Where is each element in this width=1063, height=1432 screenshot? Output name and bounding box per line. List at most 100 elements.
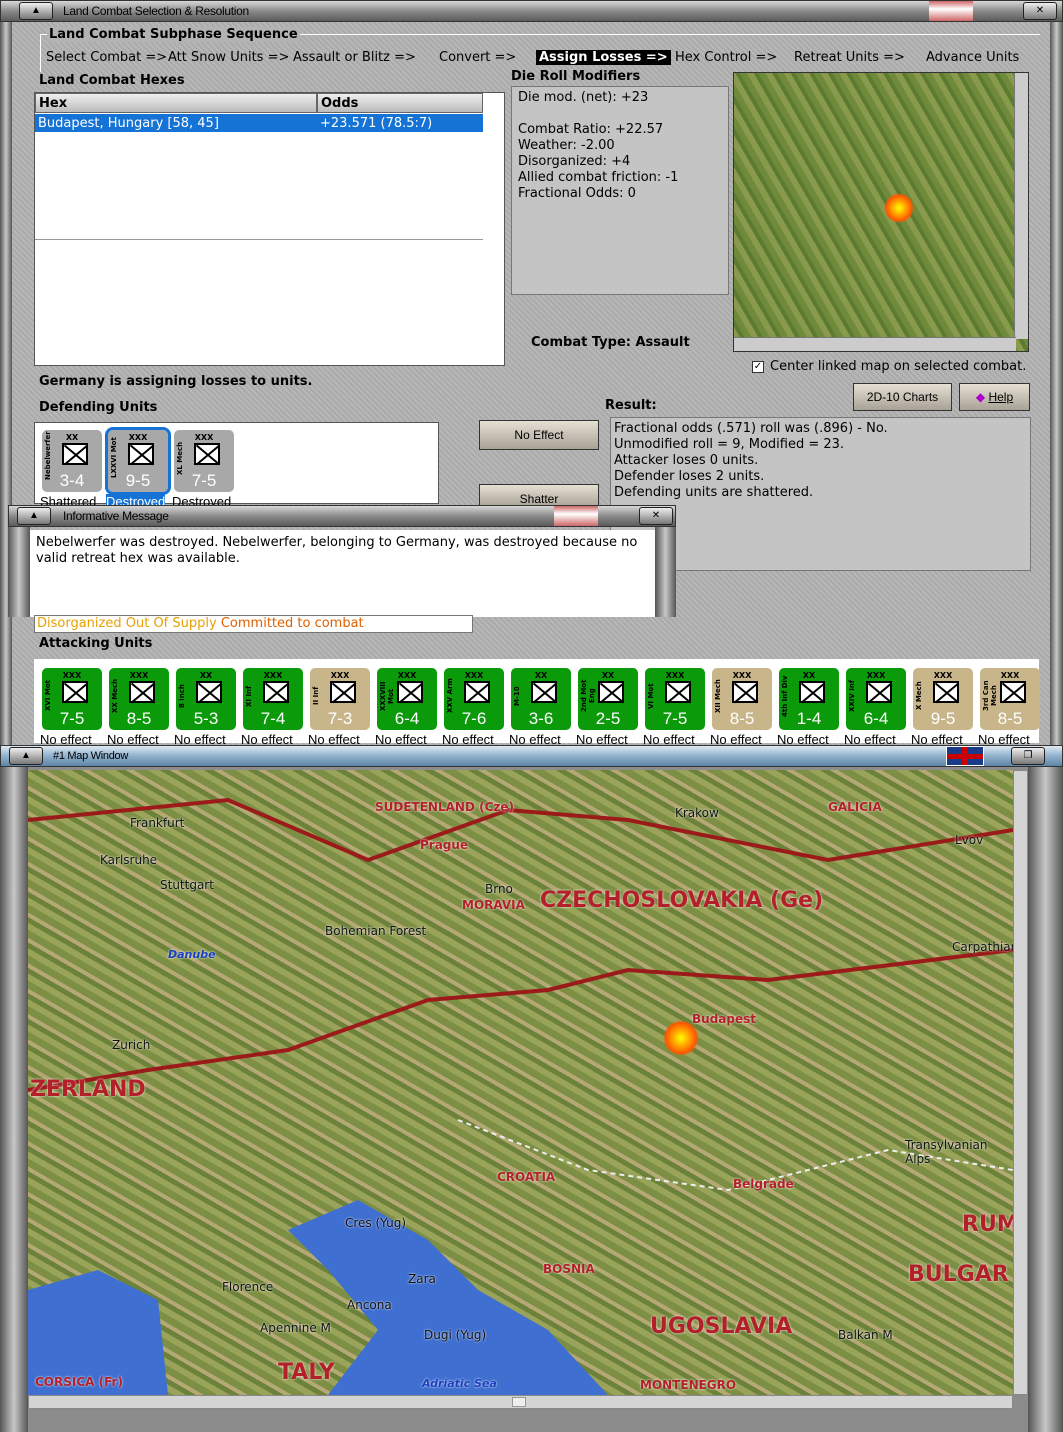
unit-strength: 5-3 [193, 709, 219, 728]
map-vscroll[interactable] [1013, 770, 1028, 1395]
col-hex[interactable]: Hex [35, 93, 317, 113]
modifiers-title: Die Roll Modifiers [511, 69, 641, 84]
unit-strength: 1-4 [796, 709, 822, 728]
mini-map-vscroll[interactable] [1014, 73, 1028, 339]
unit-counter[interactable]: XX M-10 3-6 [511, 668, 571, 730]
map-frame-right [1028, 767, 1063, 1432]
map-label: Krakow [675, 806, 719, 820]
unit-strength: 6-4 [863, 709, 889, 728]
unit-counter[interactable]: XXX 3rd Can Mech 8-5 [980, 668, 1040, 730]
map-label: Ancona [347, 1298, 392, 1312]
map-label: Balkan M [838, 1328, 893, 1342]
unit-strength: 9-5 [125, 471, 151, 490]
table-row[interactable]: Budapest, Hungary [58, 45] +23.571 (78.5… [35, 114, 483, 132]
unit-counter[interactable]: XXX XVI Mot 7-5 [42, 668, 102, 730]
unit-counter[interactable]: XXX X Mech 9-5 [913, 668, 973, 730]
unit-counter[interactable]: XX Nebelwerfer 3-4 [42, 430, 102, 492]
unit-counter[interactable]: XXX XXV Arm 7-6 [444, 668, 504, 730]
unit-type-icon [129, 681, 155, 703]
close-button[interactable]: ✕ [639, 507, 673, 525]
combat-window-titlebar[interactable]: ▲ Land Combat Selection & Resolution ✕ [0, 0, 1063, 22]
odds-cell: +23.571 (78.5:7) [320, 116, 433, 131]
map-label: Apennine M [260, 1321, 331, 1335]
map-label: CROATIA [497, 1170, 556, 1184]
step-hex-control: Hex Control => [675, 50, 778, 65]
unit-counter[interactable]: XXX XXXVIII Mot 6-4 [377, 668, 437, 730]
map-label: Dugi (Yug) [424, 1328, 487, 1342]
center-linked-checkbox[interactable]: ✓ [752, 361, 764, 373]
combat-explosion-icon [663, 1020, 699, 1056]
legend-committed: Committed to combat [220, 616, 364, 631]
unit-counter[interactable]: XX 8 inch 5-3 [176, 668, 236, 730]
unit-counter[interactable]: XXX XX Mech 8-5 [109, 668, 169, 730]
unit-counter[interactable]: XX 2nd Mot Eng 2-5 [578, 668, 638, 730]
main-map[interactable]: SUDETENLAND (Cze) Frankfurt Karlsruhe Stutt… [28, 770, 1013, 1395]
unit-strength: 3-6 [528, 709, 554, 728]
unit-type-icon [732, 681, 758, 703]
defending-title: Defending Units [39, 400, 158, 415]
unit-type-icon [1000, 681, 1026, 703]
unit-type-icon [799, 681, 825, 703]
unit-counter[interactable]: XX 4th Inf Div 1-4 [779, 668, 839, 730]
unit-type-icon [665, 681, 691, 703]
map-label: Belgrade [733, 1177, 794, 1191]
unit-counter[interactable]: XXX XII Mech 8-5 [712, 668, 772, 730]
map-label: CZECHOSLOVAKIA (Ge) [540, 888, 824, 913]
step-retreat: Retreat Units => [794, 50, 905, 65]
result-title: Result: [605, 398, 657, 413]
map-label: Bohemian Forest [325, 924, 427, 938]
unit-counter[interactable]: XXX XXIV Inf 6-4 [846, 668, 906, 730]
window-frame-left [0, 22, 12, 745]
unit-counter[interactable]: XXX II Inf 7-3 [310, 668, 370, 730]
legend-oos: Out Of Supply [125, 616, 217, 631]
unit-counter[interactable]: XXX VI Mot 7-5 [645, 668, 705, 730]
map-label: TALY [278, 1360, 335, 1385]
map-label: CORSICA (Fr) [35, 1375, 123, 1389]
window-title: Land Combat Selection & Resolution [63, 4, 249, 18]
unit-strength: 3-4 [59, 471, 85, 490]
map-label: Zara [408, 1272, 436, 1286]
unit-counter[interactable]: XXX XI Inf 7-4 [243, 668, 303, 730]
help-button[interactable]: ◆ Help [959, 383, 1030, 411]
mod-line: Weather: -2.00 [518, 138, 615, 153]
map-label: Brno [485, 882, 513, 896]
unit-counter[interactable]: XXX LXXVI Mot 9-5 [105, 427, 171, 495]
message-titlebar[interactable]: ▲ Informative Message ✕ [8, 505, 676, 527]
collapse-button[interactable]: ▲ [19, 2, 53, 20]
unit-type-icon [128, 443, 154, 465]
col-odds[interactable]: Odds [317, 93, 483, 113]
collapse-button[interactable]: ▲ [17, 507, 51, 525]
legend-disorganized: Disorganized [37, 616, 122, 631]
unit-type-icon [397, 681, 423, 703]
map-label: Stuttgart [160, 878, 214, 892]
result-line: Defender loses 2 units. [614, 469, 765, 484]
status-legend: Disorganized Out Of Supply Committed to … [34, 615, 473, 633]
charts-button[interactable]: 2D-10 Charts [853, 383, 952, 411]
mini-map-hscroll[interactable] [734, 337, 1016, 351]
no-effect-button[interactable]: No Effect [479, 420, 599, 450]
map-titlebar[interactable]: ▲ #1 Map Window ❐ [0, 745, 1063, 767]
unit-counter[interactable]: XXX XL Mech 7-5 [174, 430, 234, 492]
collapse-button[interactable]: ▲ [9, 747, 43, 765]
adriatic-sea [288, 1200, 608, 1395]
linked-mini-map[interactable] [733, 72, 1029, 352]
unit-type-icon [464, 681, 490, 703]
map-label: Lvov [955, 833, 984, 847]
close-button[interactable]: ✕ [1023, 2, 1057, 20]
unit-type-icon [62, 443, 88, 465]
step-att-snow: Att Snow Units => [168, 50, 290, 65]
map-title: #1 Map Window [53, 750, 128, 762]
restore-button[interactable]: ❐ [1011, 747, 1045, 765]
modifiers-box: Die mod. (net): +23 Combat Ratio: +22.57… [511, 86, 729, 295]
result-line: Unmodified roll = 9, Modified = 23. [614, 437, 845, 452]
unit-strength: 7-4 [260, 709, 286, 728]
help-label: Help [988, 390, 1014, 404]
map-hscroll[interactable] [28, 1395, 1013, 1409]
unit-type-icon [196, 681, 222, 703]
unit-type-icon [598, 681, 624, 703]
map-label: ZERLAND [30, 1077, 146, 1102]
unit-strength: 9-5 [930, 709, 956, 728]
germany-flag-icon [554, 506, 598, 526]
window-frame-right [1050, 22, 1063, 745]
map-label: Budapest [692, 1012, 756, 1026]
